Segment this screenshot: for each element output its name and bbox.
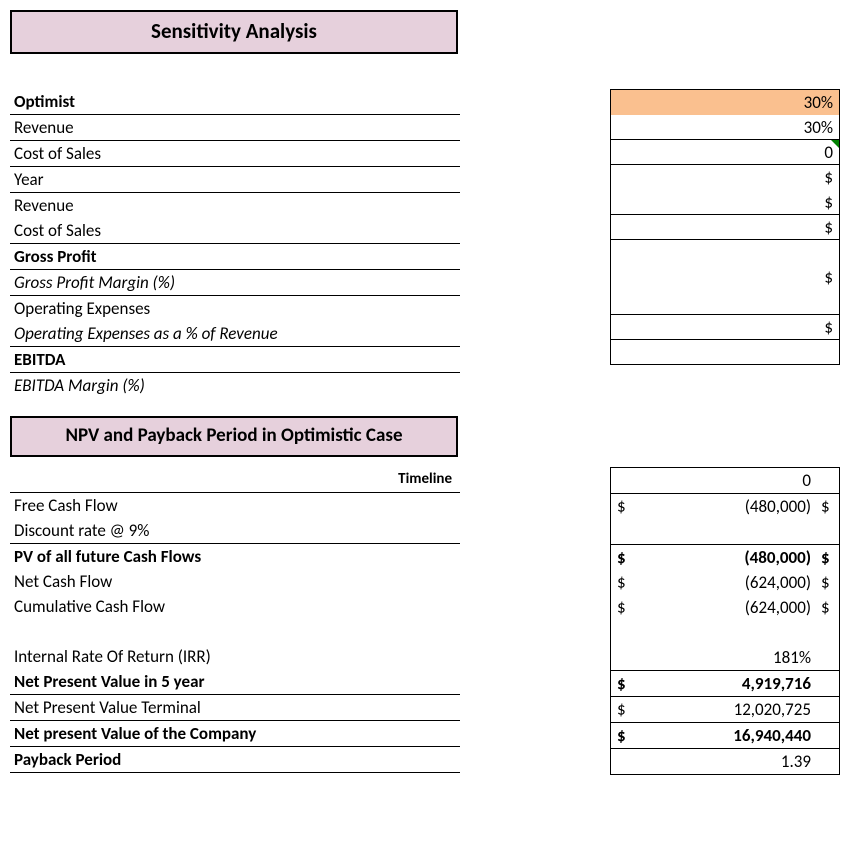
cell-fcf-sym: $ bbox=[610, 494, 641, 519]
cell-gpm[interactable] bbox=[610, 240, 840, 265]
label-cos: Cost of Sales bbox=[10, 218, 460, 243]
label-discount: Discount rate @ 9% bbox=[10, 518, 460, 543]
cell-timeline-trail bbox=[817, 468, 840, 493]
section-header-sensitivity: Sensitivity Analysis bbox=[10, 10, 458, 54]
cell-ccf-trail: $ bbox=[817, 595, 840, 620]
label-revenue-pct: Revenue bbox=[10, 115, 460, 140]
label-opex-pct: Operating Expenses as a % of Revenue bbox=[10, 321, 460, 346]
subheader-optimist: Optimist bbox=[10, 89, 460, 114]
cell-opex-pct[interactable] bbox=[610, 290, 840, 315]
cell-timeline-sym bbox=[610, 468, 641, 493]
label-fcf: Free Cash Flow bbox=[10, 493, 460, 518]
label-payback: Payback Period bbox=[10, 747, 460, 772]
cell-spacer-trail bbox=[817, 620, 840, 645]
cell-npv5-sym: $ bbox=[610, 671, 641, 696]
section-header-npv: NPV and Payback Period in Optimistic Cas… bbox=[10, 416, 458, 457]
cell-npvc-trail bbox=[817, 723, 840, 748]
cell-timeline[interactable]: 0 bbox=[641, 468, 817, 493]
cell-disc-sym bbox=[610, 519, 641, 544]
label-gpm: Gross Profit Margin (%) bbox=[10, 270, 460, 295]
cell-cos[interactable]: $ bbox=[610, 190, 840, 215]
cell-ebitda[interactable]: $ bbox=[610, 315, 840, 340]
cell-spacer-sym bbox=[610, 620, 641, 645]
cell-npv5-trail bbox=[817, 671, 840, 696]
cell-npvc-sym: $ bbox=[610, 723, 641, 748]
label-revenue: Revenue bbox=[10, 193, 460, 218]
cell-npvt[interactable]: 12,020,725 bbox=[641, 697, 817, 722]
label-ebitda: EBITDA bbox=[10, 347, 460, 372]
cell-irr[interactable]: 181% bbox=[641, 645, 817, 670]
cell-disc[interactable] bbox=[641, 519, 817, 544]
spacer bbox=[10, 619, 460, 644]
cell-gross[interactable]: $ bbox=[610, 215, 840, 240]
cell-payback[interactable]: 1.39 bbox=[641, 749, 817, 774]
cell-pv-trail: $ bbox=[817, 545, 840, 570]
label-gross-profit: Gross Profit bbox=[10, 244, 460, 269]
label-irr: Internal Rate Of Return (IRR) bbox=[10, 644, 460, 669]
label-ccf: Cumulative Cash Flow bbox=[10, 594, 460, 619]
label-year: Year bbox=[10, 167, 460, 192]
cell-spacer bbox=[641, 620, 817, 645]
cell-revenue-pct[interactable]: 30% bbox=[610, 90, 840, 115]
label-npv5: Net Present Value in 5 year bbox=[10, 669, 460, 694]
label-cos-pct: Cost of Sales bbox=[10, 141, 460, 166]
cell-irr-sym bbox=[610, 645, 641, 670]
cell-ccf[interactable]: (624,000) bbox=[641, 595, 817, 620]
cell-ncf-trail: $ bbox=[817, 570, 840, 595]
label-ebitda-margin: EBITDA Margin (%) bbox=[10, 373, 460, 398]
cell-pv-sym: $ bbox=[610, 545, 641, 570]
cell-ebitda-margin[interactable] bbox=[610, 340, 840, 365]
label-pv: PV of all future Cash Flows bbox=[10, 544, 460, 569]
cell-npvt-sym: $ bbox=[610, 697, 641, 722]
cell-ncf-sym: $ bbox=[610, 570, 641, 595]
label-opex: Operating Expenses bbox=[10, 296, 460, 321]
cell-npvc[interactable]: 16,940,440 bbox=[641, 723, 817, 748]
cell-pv[interactable]: (480,000) bbox=[641, 545, 817, 570]
cell-payback-sym bbox=[610, 749, 641, 774]
cell-npv5[interactable]: 4,919,716 bbox=[641, 671, 817, 696]
cell-opex[interactable]: $ bbox=[610, 265, 840, 290]
cell-fcf-trail: $ bbox=[817, 494, 840, 519]
cell-payback-trail bbox=[817, 749, 840, 774]
cell-disc-trail bbox=[817, 519, 840, 544]
label-timeline: Timeline bbox=[10, 467, 460, 492]
cell-fcf[interactable]: (480,000) bbox=[641, 494, 817, 519]
cell-ccf-sym: $ bbox=[610, 595, 641, 620]
cell-irr-trail bbox=[817, 645, 840, 670]
label-npvc: Net present Value of the Company bbox=[10, 721, 460, 746]
cell-revenue[interactable]: $ bbox=[610, 165, 840, 190]
cell-year[interactable]: 0 bbox=[610, 140, 840, 165]
cell-cos-pct[interactable]: 30% bbox=[610, 115, 840, 140]
label-ncf: Net Cash Flow bbox=[10, 569, 460, 594]
label-npvt: Net Present Value Terminal bbox=[10, 695, 460, 720]
cell-npvt-trail bbox=[817, 697, 840, 722]
cell-ncf[interactable]: (624,000) bbox=[641, 570, 817, 595]
